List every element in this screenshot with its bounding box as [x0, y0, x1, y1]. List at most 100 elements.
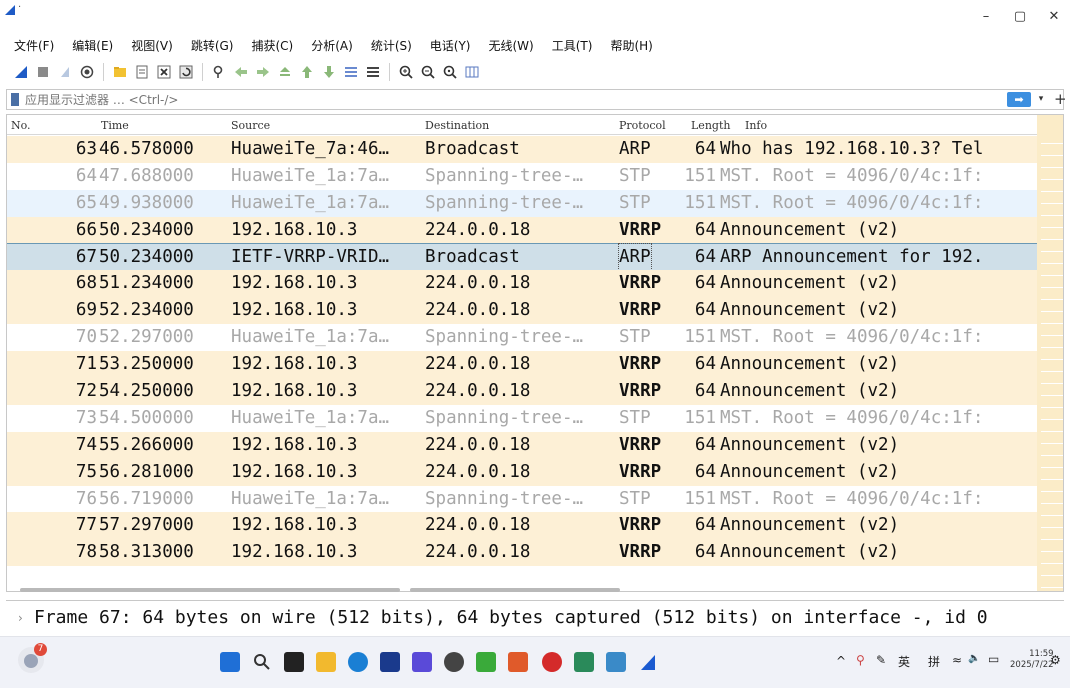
column-no[interactable]: No. — [11, 119, 31, 132]
autoscroll-icon[interactable] — [342, 63, 360, 81]
colorize-icon[interactable] — [364, 63, 382, 81]
wechat-icon[interactable] — [476, 652, 496, 672]
menu-help[interactable]: 帮助(H) — [610, 37, 652, 54]
filter-bookmark-icon[interactable] — [11, 93, 19, 106]
wireshark-icon[interactable] — [638, 652, 658, 672]
system-clock[interactable]: 11:59 2025/7/22 — [1010, 649, 1054, 671]
packet-row[interactable]: 77 57.297000 192.168.10.3 224.0.0.18 VRRP 64 A… — [7, 512, 1037, 540]
packet-source: 192.168.10.3 — [231, 542, 358, 563]
shark-fin-start-icon[interactable] — [12, 63, 30, 81]
windows-start-icon[interactable] — [220, 652, 240, 672]
scrollbar-thumb[interactable] — [410, 588, 620, 592]
obs-icon[interactable] — [444, 652, 464, 672]
menu-go[interactable]: 跳转(G) — [191, 37, 234, 54]
close-file-icon[interactable] — [155, 63, 173, 81]
minimap-line — [1041, 515, 1063, 516]
reload-icon[interactable] — [177, 63, 195, 81]
zoom-in-icon[interactable] — [397, 63, 415, 81]
column-protocol[interactable]: Protocol — [619, 119, 666, 132]
column-time[interactable]: Time — [101, 119, 129, 132]
packet-row[interactable]: 70 52.297000 HuaweiTe_1a:7a… Spanning-tree-… — [7, 324, 1037, 352]
edge-browser-icon[interactable] — [348, 652, 368, 672]
ime-english-label[interactable]: 英 — [898, 653, 910, 670]
packet-minimap-scrollbar[interactable] — [1037, 115, 1063, 591]
packet-row[interactable]: 72 54.250000 192.168.10.3 224.0.0.18 VRRP 64 A… — [7, 378, 1037, 405]
menu-statistics[interactable]: 统计(S) — [371, 37, 412, 54]
editor-icon[interactable] — [574, 652, 594, 672]
column-info[interactable]: Info — [745, 119, 767, 132]
go-back-icon[interactable] — [232, 63, 250, 81]
packet-row[interactable]: 73 54.500000 HuaweiTe_1a:7a… Spanning-tree-… — [7, 404, 1037, 432]
expand-arrow-icon[interactable]: › — [18, 611, 23, 625]
packet-row[interactable]: 75 56.281000 192.168.10.3 224.0.0.18 VRRP 64 A… — [7, 458, 1037, 486]
packet-info: Announcement (v2) — [720, 461, 900, 482]
pdf-icon[interactable] — [508, 652, 528, 672]
stop-icon[interactable] — [34, 63, 52, 81]
packet-no: 76 — [75, 488, 97, 509]
packet-row[interactable]: 64 47.688000 HuaweiTe_1a:7a… Spanning-tree-… — [7, 162, 1037, 190]
packet-info: Announcement (v2) — [720, 515, 900, 536]
menu-wireless[interactable]: 无线(W) — [489, 37, 534, 54]
pen-icon[interactable]: ✎ — [876, 653, 886, 667]
packet-row[interactable]: 74 55.266000 192.168.10.3 224.0.0.18 VRRP 64 A… — [7, 431, 1037, 459]
resize-columns-icon[interactable] — [463, 63, 481, 81]
notification-icon[interactable]: ⚙ — [1050, 653, 1061, 667]
save-file-icon[interactable] — [133, 63, 151, 81]
battery-icon[interactable]: ▭ — [988, 652, 999, 666]
minimap-line — [1041, 419, 1063, 420]
frame-summary[interactable]: Frame 67: 64 bytes on wire (512 bits), 6… — [34, 607, 988, 628]
column-destination[interactable]: Destination — [425, 119, 489, 132]
zoom-normal-icon[interactable] — [441, 63, 459, 81]
packet-row[interactable]: 63 46.578000 HuaweiTe_7a:46… Broadcast ARP 64… — [7, 136, 1037, 163]
menu-view[interactable]: 视图(V) — [131, 37, 173, 54]
ime-pinyin-label[interactable]: 拼 — [928, 653, 940, 670]
zoom-out-icon[interactable] — [419, 63, 437, 81]
menu-file[interactable]: 文件(F) — [14, 37, 54, 54]
record-icon[interactable] — [542, 652, 562, 672]
open-file-icon[interactable] — [111, 63, 129, 81]
filter-history-dropdown[interactable]: ▾ — [1035, 92, 1047, 107]
packet-row[interactable]: 69 52.234000 192.168.10.3 224.0.0.18 VRRP 64 A… — [7, 297, 1037, 325]
store-icon[interactable] — [380, 652, 400, 672]
packet-row[interactable]: 67 50.234000 IETF-VRRP-VRID… Broadcast ARP 64… — [7, 242, 1038, 272]
column-length[interactable]: Length — [691, 119, 730, 132]
menu-telephony[interactable]: 电话(Y) — [430, 37, 471, 54]
column-source[interactable]: Source — [231, 119, 270, 132]
microphone-icon[interactable]: ⚲ — [856, 653, 865, 667]
ensp-icon[interactable] — [606, 652, 626, 672]
packet-row[interactable]: 76 56.719000 HuaweiTe_1a:7a… Spanning-tree-… — [7, 485, 1037, 513]
menu-capture[interactable]: 捕获(C) — [251, 37, 293, 54]
restart-icon[interactable] — [56, 63, 74, 81]
menu-analyze[interactable]: 分析(A) — [311, 37, 353, 54]
horizontal-scrollbar[interactable] — [10, 588, 810, 593]
go-to-packet-icon[interactable] — [276, 63, 294, 81]
go-forward-icon[interactable] — [254, 63, 272, 81]
packet-row[interactable]: 66 50.234000 192.168.10.3 224.0.0.18 VRRP 64 A… — [7, 216, 1037, 244]
apply-filter-button[interactable]: ➡ — [1007, 92, 1031, 107]
vscode-like-icon[interactable] — [412, 652, 432, 672]
search-icon[interactable] — [252, 652, 272, 672]
packet-row[interactable]: 78 58.313000 192.168.10.3 224.0.0.18 VRRP 64 A… — [7, 539, 1037, 567]
options-icon[interactable] — [78, 63, 96, 81]
first-packet-icon[interactable] — [298, 63, 316, 81]
display-filter-input[interactable] — [25, 91, 885, 108]
packet-row[interactable]: 65 49.938000 HuaweiTe_1a:7a… Spanning-tree-… — [7, 189, 1037, 217]
volume-icon[interactable]: 🔈 — [968, 653, 980, 664]
file-explorer-icon[interactable] — [316, 652, 336, 672]
network-icon[interactable]: ≈ — [952, 653, 962, 667]
packet-row[interactable]: 68 51.234000 192.168.10.3 224.0.0.18 VRRP 64 A… — [7, 270, 1037, 298]
close-button[interactable]: ✕ — [1040, 8, 1068, 26]
minimize-button[interactable]: – — [972, 8, 1000, 26]
tray-chevron-icon[interactable]: ^ — [836, 654, 846, 668]
menu-tools[interactable]: 工具(T) — [552, 37, 593, 54]
scrollbar-thumb[interactable] — [20, 588, 400, 592]
weather-widget-icon[interactable]: 7 — [18, 643, 47, 673]
packet-row[interactable]: 71 53.250000 192.168.10.3 224.0.0.18 VRRP 64 A… — [7, 351, 1037, 379]
menu-edit[interactable]: 编辑(E) — [72, 37, 113, 54]
add-filter-button[interactable]: + — [1054, 90, 1067, 109]
packet-time: 55.266000 — [99, 434, 194, 455]
task-view-icon[interactable] — [284, 652, 304, 672]
last-packet-icon[interactable] — [320, 63, 338, 81]
maximize-button[interactable]: ▢ — [1006, 8, 1034, 26]
find-packet-icon[interactable] — [210, 63, 228, 81]
